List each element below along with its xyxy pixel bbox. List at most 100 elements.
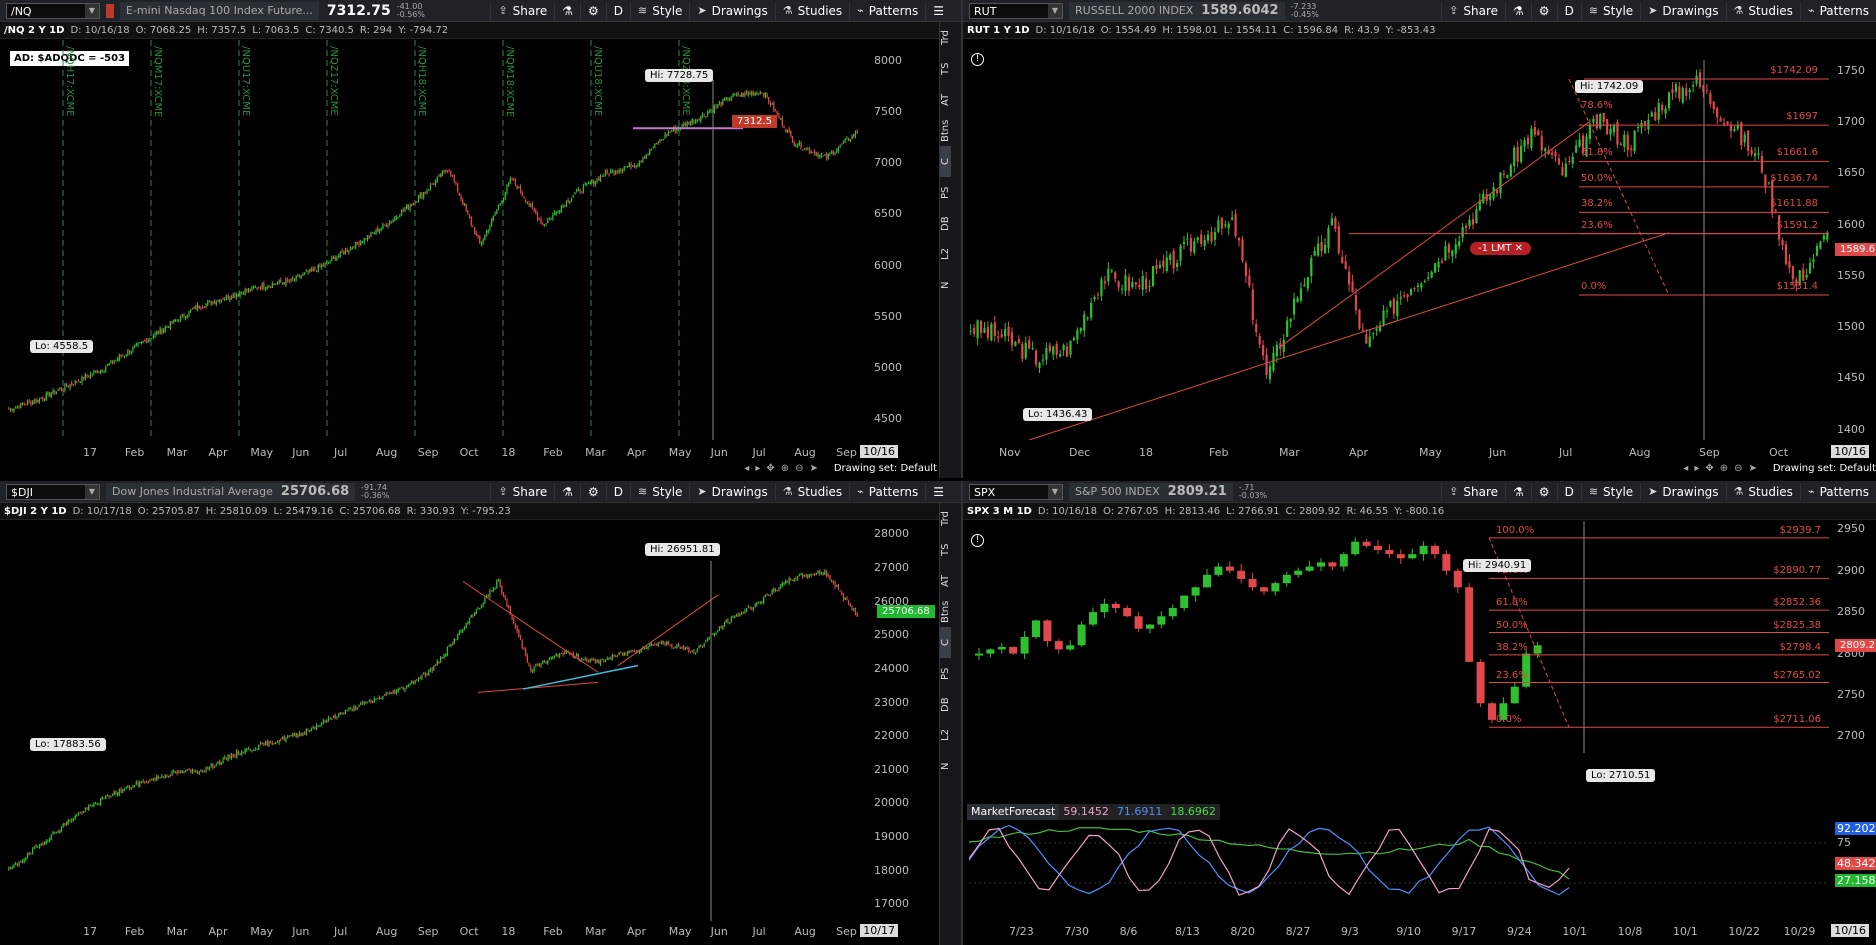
aggregation-button[interactable]: D [1556,482,1581,501]
candle-body [341,250,343,253]
drawings-button[interactable]: ➤ Drawings [689,1,774,20]
style-button[interactable]: ≋ Style [1580,1,1640,20]
flask-button[interactable]: ⚗ [1505,482,1531,501]
settings-button[interactable]: ⚙ [580,482,606,501]
aggregation-button[interactable]: D [605,482,630,501]
share-button[interactable]: ⇪ Share [490,1,554,20]
side-tab-trd[interactable]: Trd [940,22,951,53]
drawings-button[interactable]: ➤ Drawings [689,482,774,501]
drawings-button[interactable]: ➤ Drawings [1640,482,1725,501]
side-tab-l2[interactable]: L2 [940,720,951,751]
aggregation-button[interactable]: D [605,1,630,20]
drawings-button[interactable]: ➤ Drawings [1640,1,1725,20]
side-tab-c[interactable]: C [940,627,951,658]
nq-drawing-set[interactable]: Drawing set: Default [834,463,937,474]
side-tab-trd[interactable]: Trd [940,503,951,534]
settings-button[interactable]: ⚙ [1530,1,1557,20]
rut-nav-icons[interactable]: ◂▸✥⊕⊖➤ [1683,463,1763,474]
side-tab-btns[interactable]: Btns [940,596,951,627]
rut-drawing-set[interactable]: Drawing set: Default [1773,463,1876,474]
mf-tag: 48.3429 [1835,857,1876,871]
y-tick-label: 23000 [874,695,909,709]
rut-symbol-input[interactable]: RUT ▼ [969,2,1063,19]
share-button[interactable]: ⇪ Share [1441,1,1505,20]
side-tab-l2[interactable]: L2 [940,239,951,270]
candle-body [803,148,806,150]
candle-body [224,757,226,759]
flask-button[interactable]: ⚗ [554,1,580,20]
candle-body [814,150,816,156]
menu-button[interactable]: ☰ [925,482,951,501]
candle-body [145,339,148,343]
settings-button[interactable]: ⚙ [1530,482,1557,501]
nq-symbol-input[interactable]: /NQ ▼ [6,2,100,19]
chevron-down-icon[interactable]: ▼ [85,484,99,499]
side-tab-ts[interactable]: TS [940,53,951,84]
candle-body [1492,187,1495,199]
share-button[interactable]: ⇪ Share [490,482,554,501]
candle-body [11,409,13,411]
candle-body [817,152,819,158]
studies-button[interactable]: ⚗ Studies [1725,482,1800,501]
y-tick-label: 2850 [1837,605,1865,619]
side-tab-n[interactable]: N [940,270,951,301]
side-tab-db[interactable]: DB [940,208,951,239]
candle-body [332,715,335,718]
studies-button[interactable]: ⚗ Studies [1725,1,1800,20]
candle-body [502,197,505,202]
nq-nav-icons[interactable]: ◂▸✥⊕⊖➤ [744,463,824,474]
patterns-button[interactable]: ⌁ Patterns [1799,482,1876,501]
close-icon[interactable]: ✕ [1515,243,1523,254]
candle-body [477,235,479,238]
rut-hi-label: Hi: 1742.09 [1575,80,1644,93]
studies-button[interactable]: ⚗ Studies [774,482,849,501]
side-tab-btns[interactable]: Btns [940,115,951,146]
side-tab-ts[interactable]: TS [940,534,951,565]
spx-symbol-value: SPX [974,485,996,499]
patterns-button[interactable]: ⌁ Patterns [1799,1,1876,20]
candle-body [1337,226,1340,254]
patterns-button[interactable]: ⌁ Patterns [849,1,925,20]
candle-body [344,709,347,715]
menu-button[interactable]: ☰ [925,1,951,20]
flask-button[interactable]: ⚗ [554,482,580,501]
side-tab-n[interactable]: N [940,751,951,782]
side-tab-ps[interactable]: PS [940,658,951,689]
chevron-down-icon[interactable]: ▼ [85,3,99,18]
style-button[interactable]: ≋ Style [630,482,689,501]
flag-icon[interactable] [106,3,114,18]
candle-body [312,726,314,728]
side-tab-at[interactable]: AT [940,84,951,115]
candle-body [132,785,134,788]
side-tab-at[interactable]: AT [940,565,951,596]
chevron-down-icon[interactable]: ▼ [1048,3,1062,18]
candle-body [271,742,273,745]
aggregation-button[interactable]: D [1556,1,1581,20]
candle-body [494,588,496,590]
studies-button[interactable]: ⚗ Studies [774,1,849,20]
marketforecast-plot[interactable] [969,823,1829,903]
aggregation-label: D [1564,3,1574,18]
side-tab-db[interactable]: DB [940,689,951,720]
dji-symbol-input[interactable]: $DJI ▼ [6,483,100,500]
dji-price-plot[interactable] [8,521,858,921]
chevron-down-icon[interactable]: ▼ [1048,484,1062,499]
candle-body [633,650,636,652]
side-tab-ps[interactable]: PS [940,177,951,208]
candle-body [482,602,484,606]
candle-body [525,199,527,202]
limit-order-tag[interactable]: -1 LMT ✕ [1470,242,1532,255]
spx-symbol-input[interactable]: SPX ▼ [969,483,1063,500]
spx-price-plot[interactable] [969,521,1829,753]
style-button[interactable]: ≋ Style [630,1,689,20]
rut-price-plot[interactable] [969,40,1829,440]
settings-button[interactable]: ⚙ [580,1,606,20]
flask-button[interactable]: ⚗ [1505,1,1531,20]
share-button[interactable]: ⇪ Share [1441,482,1505,501]
style-button[interactable]: ≋ Style [1580,482,1640,501]
side-tab-c[interactable]: C [940,146,951,177]
candle-body [756,602,758,606]
nq-price-plot[interactable]: /NQH17:XCME/NQM17:XCME/NQU17:XCME/NQZ17:… [8,40,858,440]
candle-body [723,99,726,101]
patterns-button[interactable]: ⌁ Patterns [849,482,925,501]
